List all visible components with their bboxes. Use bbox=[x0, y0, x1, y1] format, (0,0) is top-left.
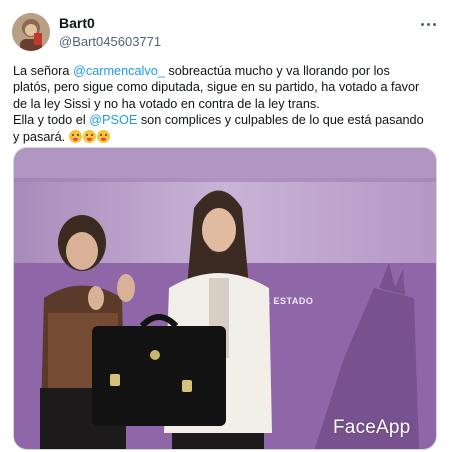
text-segment: y pasará. bbox=[13, 129, 66, 144]
faceapp-watermark: FaceApp bbox=[333, 417, 411, 438]
tweet-text-line: y pasará. bbox=[13, 129, 443, 145]
text-segment: son complices y culpables de lo que está… bbox=[137, 113, 424, 128]
tweet-media-image[interactable] bbox=[13, 147, 437, 450]
author-avatar[interactable] bbox=[12, 13, 50, 51]
author-handle[interactable]: @Bart045603771 bbox=[59, 33, 161, 51]
avatar-photo-icon bbox=[12, 13, 50, 51]
tweet-card[interactable]: Bart0 @Bart045603771 La señora @carmenca… bbox=[0, 0, 454, 452]
text-segment: Ella y todo el bbox=[13, 113, 90, 128]
photo-illustration bbox=[14, 148, 436, 449]
text-segment: sobreactúa mucho y va llorando por los bbox=[164, 64, 390, 78]
tweet-text: La señora @carmencalvo_ sobreactúa mucho… bbox=[13, 63, 443, 145]
zany-face-emoji-icon bbox=[68, 129, 82, 143]
zany-face-emoji-icon bbox=[82, 129, 96, 143]
backdrop-text: DE ESTADO bbox=[257, 296, 314, 306]
tweet-text-line: La señora @carmencalvo_ sobreactúa mucho… bbox=[13, 63, 443, 79]
tweet-text-line: de la ley Sissi y no ha votado en contra… bbox=[13, 96, 320, 111]
more-options-icon[interactable] bbox=[416, 16, 440, 32]
tweet-text-line: platós, pero sigue como diputada, sigue … bbox=[13, 80, 420, 95]
author-display-name[interactable]: Bart0 bbox=[59, 14, 161, 32]
mention-link[interactable]: @carmencalvo_ bbox=[73, 64, 165, 78]
author-info: Bart0 @Bart045603771 bbox=[59, 14, 161, 51]
zany-face-emoji-icon bbox=[96, 129, 110, 143]
text-segment: La señora bbox=[13, 64, 73, 78]
mention-link[interactable]: @PSOE bbox=[89, 113, 137, 127]
tweet-text-line: Ella y todo el @PSOE son complices y cul… bbox=[13, 112, 443, 128]
